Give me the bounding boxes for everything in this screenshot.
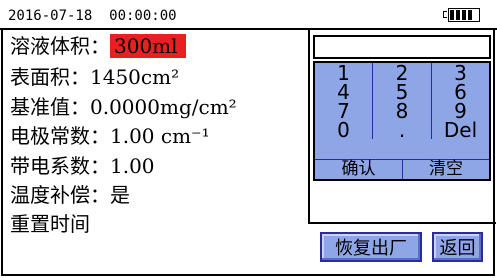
key-dot[interactable]: .	[373, 120, 431, 140]
param-label: 基准值：	[10, 95, 90, 119]
param-label: 溶液体积：	[10, 34, 110, 58]
param-reference-value[interactable]: 基准值：0.0000mg/cm²	[10, 95, 237, 119]
battery-bar	[456, 10, 460, 20]
keypad-display[interactable]	[313, 35, 491, 59]
param-reset-time[interactable]: 重置时间	[10, 212, 90, 236]
param-value[interactable]: 是	[110, 183, 130, 207]
keypad-clear-button[interactable]: 清空	[403, 159, 489, 179]
param-value[interactable]: 0.0000mg/cm²	[90, 95, 237, 119]
back-button[interactable]: 返回	[432, 232, 483, 262]
param-electrode-constant[interactable]: 电极常数：1.00 cm⁻¹	[10, 124, 210, 148]
param-value-selected[interactable]: 300ml	[110, 34, 186, 58]
param-solution-volume[interactable]: 溶液体积： 300ml	[10, 34, 186, 58]
battery-bar	[450, 10, 454, 20]
panel-divider-horizontal	[308, 222, 496, 224]
key-del[interactable]: Del	[432, 120, 489, 140]
settings-screen: 2016-07-18 00:00:00 溶液体积： 300ml 表面积：1450c…	[0, 0, 497, 278]
battery-bar	[468, 10, 472, 20]
param-value[interactable]: 1450cm²	[90, 65, 179, 89]
factory-reset-button[interactable]: 恢复出厂	[320, 232, 422, 262]
battery-icon	[448, 8, 480, 22]
key-0[interactable]: 0	[315, 120, 372, 140]
param-label: 重置时间	[10, 212, 90, 236]
status-bar: 2016-07-18 00:00:00	[0, 0, 497, 30]
battery-bar	[462, 10, 466, 20]
param-label: 带电系数：	[10, 154, 110, 178]
datetime-display: 2016-07-18 00:00:00	[8, 8, 177, 24]
panel-divider-vertical	[308, 30, 310, 223]
param-value[interactable]: 1.00	[110, 154, 155, 178]
param-surface-area[interactable]: 表面积：1450cm²	[10, 65, 179, 89]
param-label: 表面积：	[10, 65, 90, 89]
param-temperature-compensation[interactable]: 温度补偿：是	[10, 183, 130, 207]
numeric-keypad: 1 2 3 4 5 6 7 8 9 0 . Del 确认 清空	[313, 61, 491, 181]
keypad-confirm-button[interactable]: 确认	[315, 159, 402, 179]
param-value[interactable]: 1.00 cm⁻¹	[110, 124, 210, 148]
param-charge-coefficient[interactable]: 带电系数：1.00	[10, 154, 155, 178]
battery-icon-tip	[443, 11, 447, 18]
param-label: 温度补偿：	[10, 183, 110, 207]
param-label: 电极常数：	[10, 124, 110, 148]
